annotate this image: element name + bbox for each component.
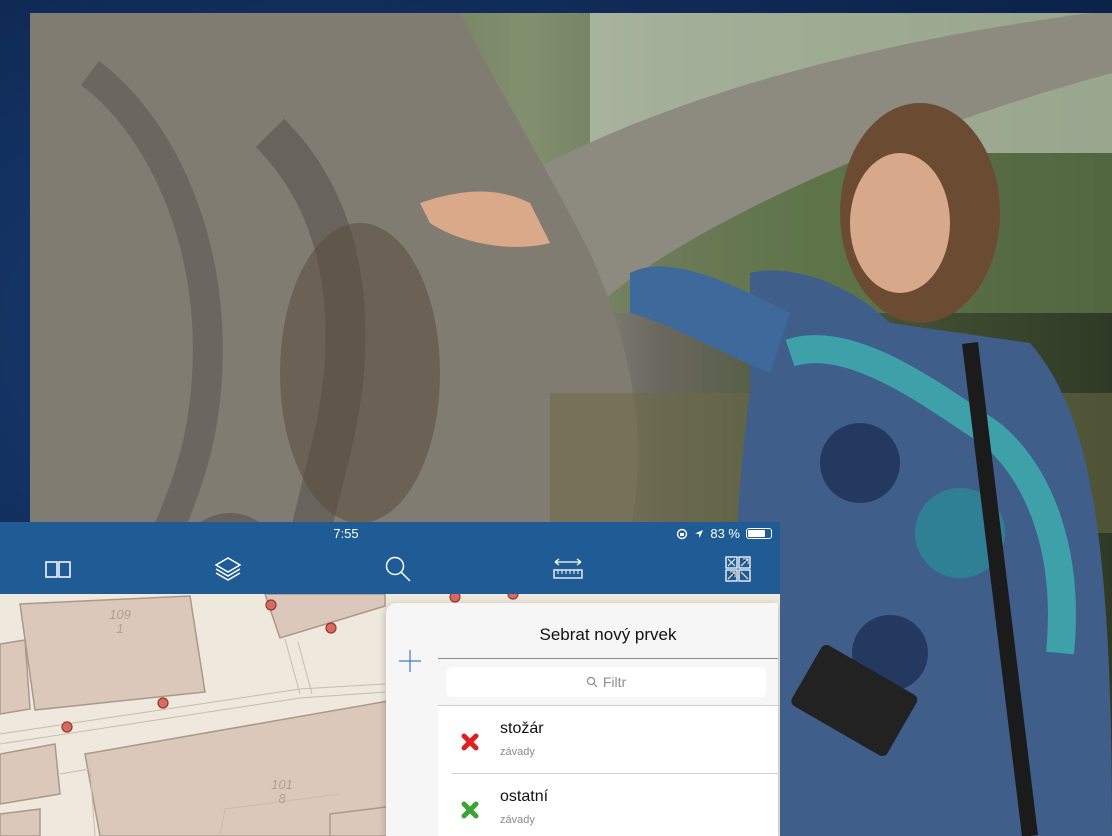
parcel-number: 109 — [109, 607, 131, 622]
layers-button[interactable] — [210, 552, 246, 586]
book-icon — [45, 561, 71, 578]
collect-feature-panel: Sebrat nový prvek Filtr stožár závady os… — [386, 603, 778, 836]
parcel-sub: 8 — [278, 791, 286, 806]
layers-icon — [214, 557, 242, 581]
search-button[interactable] — [380, 552, 416, 586]
app-toolbar — [0, 544, 780, 594]
list-item-ostatni[interactable]: ostatní závady — [438, 774, 778, 836]
tablet-app-screenshot: 7:55 83 % 109 1 101 8 Sebrat nový prvek … — [0, 522, 780, 836]
measure-icon — [553, 558, 583, 579]
parcel-number: 101 — [271, 777, 293, 792]
list-item-stozar[interactable]: stožár závady — [438, 706, 778, 774]
status-time: 7:55 — [333, 526, 359, 541]
rotation-lock-icon — [677, 528, 688, 539]
panel-divider — [438, 658, 778, 659]
list-item-category: závady — [500, 814, 535, 826]
panel-title: Sebrat nový prvek — [539, 625, 677, 644]
book-button[interactable] — [40, 552, 76, 586]
filter-placeholder: Filtr — [602, 674, 627, 690]
measure-button[interactable] — [550, 552, 586, 586]
battery-fill — [748, 530, 765, 537]
search-icon — [586, 676, 598, 688]
list-item-label: ostatní — [500, 788, 549, 805]
status-right: 83 % — [676, 526, 772, 541]
green-x-marker-icon — [461, 801, 479, 819]
battery-percentage: 83 % — [710, 526, 740, 541]
red-x-marker-icon — [461, 733, 479, 751]
parcel-label-101: 101 8 — [262, 778, 302, 806]
location-arrow-icon — [695, 529, 704, 538]
list-item-label: stožár — [500, 720, 544, 737]
parcel-label-109: 109 1 — [100, 608, 140, 636]
add-button[interactable] — [396, 647, 424, 675]
battery-icon — [746, 528, 772, 539]
status-bar: 7:55 83 % — [0, 522, 780, 544]
map-extent-icon — [725, 556, 751, 582]
filter-input[interactable]: Filtr — [446, 667, 766, 697]
map-extent-button[interactable] — [720, 552, 756, 586]
search-icon — [385, 556, 411, 582]
parcel-sub: 1 — [116, 621, 124, 636]
list-item-category: závady — [500, 746, 535, 758]
plus-icon — [399, 650, 421, 672]
